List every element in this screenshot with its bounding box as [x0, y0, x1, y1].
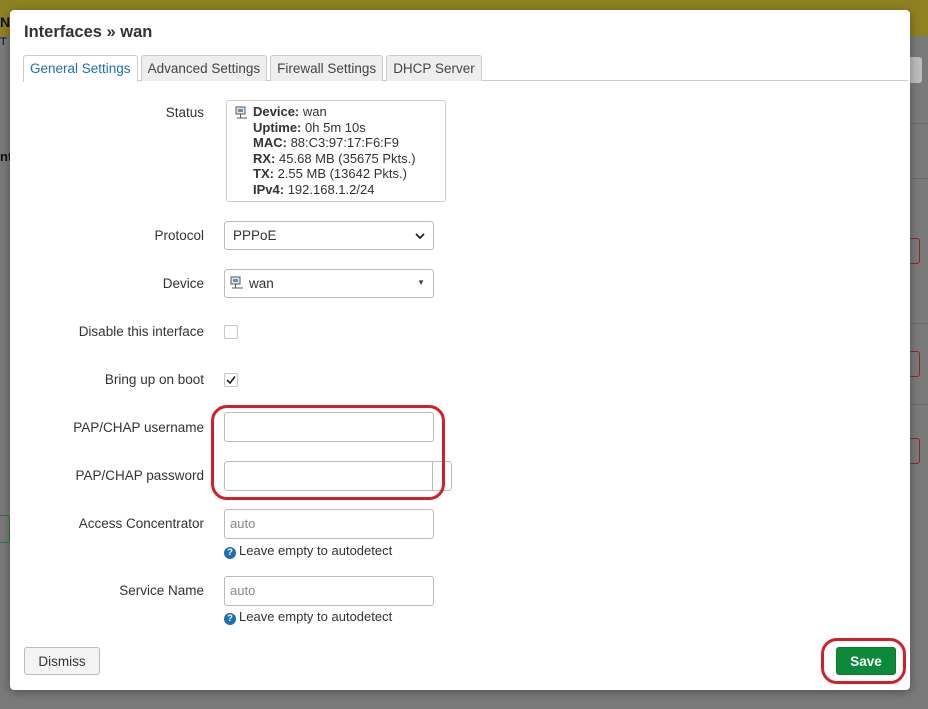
background-divider [910, 178, 928, 179]
caret-down-icon: ▼ [417, 278, 425, 287]
device-select[interactable]: wan ▼ [224, 269, 434, 298]
background-divider [910, 404, 928, 405]
tab-dhcp-server[interactable]: DHCP Server [386, 55, 482, 81]
status-label: Status [165, 105, 204, 120]
device-value: wan [249, 276, 274, 291]
status-ipv4: IPv4: 192.168.1.2/24 [253, 181, 375, 197]
dismiss-button[interactable]: Dismiss [24, 647, 100, 675]
protocol-label: Protocol [154, 228, 204, 243]
status-mac: MAC: 88:C3:97:17:F6:F9 [253, 135, 399, 150]
background-text: N [0, 14, 11, 30]
service-name-label: Service Name [119, 583, 204, 598]
disable-interface-checkbox[interactable] [224, 325, 238, 339]
highlight-credentials [211, 405, 445, 500]
dialog-title: Interfaces » wan [24, 23, 153, 41]
status-panel: Device: wan Uptime: 0h 5m 10s MAC: 88:C3… [226, 100, 446, 202]
help-icon: ? [224, 613, 236, 625]
tab-firewall-settings[interactable]: Firewall Settings [270, 55, 384, 81]
service-name-hint: ? Leave empty to autodetect [224, 609, 392, 625]
background-input [908, 57, 922, 83]
status-rx: RX: 45.68 MB (35675 Pkts.) [253, 150, 416, 166]
status-tx: TX: 2.55 MB (13642 Pkts.) [253, 166, 407, 181]
status-uptime: Uptime: 0h 5m 10s [253, 119, 366, 135]
ethernet-port-icon [235, 106, 247, 119]
username-label: PAP/CHAP username [73, 420, 204, 435]
background-divider [910, 123, 928, 124]
tab-advanced-settings[interactable]: Advanced Settings [140, 55, 268, 81]
background-text: T [0, 36, 7, 48]
access-concentrator-input[interactable]: auto [224, 509, 434, 539]
help-icon: ? [224, 547, 236, 559]
bring-up-on-boot-checkbox[interactable] [224, 373, 238, 387]
service-name-input[interactable]: auto [224, 576, 434, 606]
background-button [0, 515, 10, 543]
tab-general-settings[interactable]: General Settings [23, 55, 138, 82]
access-concentrator-hint: ? Leave empty to autodetect [224, 543, 392, 559]
checkmark-icon [226, 376, 236, 385]
disable-interface-label: Disable this interface [78, 324, 204, 339]
protocol-value: PPPoE [233, 228, 277, 243]
status-device: Device: wan [253, 104, 327, 119]
interface-edit-dialog: Interfaces » wan General Settings Advanc… [10, 10, 910, 690]
access-concentrator-label: Access Concentrator [78, 516, 204, 531]
tab-bar: General Settings Advanced Settings Firew… [23, 55, 908, 82]
ethernet-port-icon [230, 276, 243, 289]
device-label: Device [162, 276, 204, 291]
protocol-select[interactable]: PPPoE [224, 221, 434, 250]
password-label: PAP/CHAP password [75, 468, 204, 483]
bring-up-on-boot-label: Bring up on boot [104, 372, 204, 387]
background-divider [910, 323, 928, 324]
highlight-save [821, 638, 906, 684]
chevron-down-icon [415, 233, 425, 240]
